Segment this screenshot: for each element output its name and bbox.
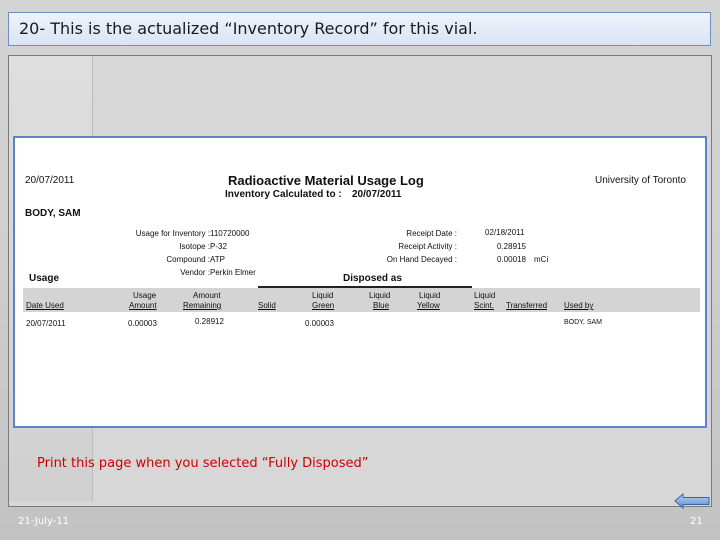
col-header-usage: Usage <box>133 291 157 300</box>
field-label: Receipt Activity : <box>398 242 457 251</box>
report-title: Radioactive Material Usage Log <box>228 173 424 188</box>
col-header-transferred: Transferred <box>506 301 548 310</box>
institution-name: University of Toronto <box>595 175 686 186</box>
col-header-liquid: Liquid <box>369 291 391 300</box>
content-frame: 20/07/2011 Radioactive Material Usage Lo… <box>8 55 712 507</box>
report-screenshot: 20/07/2011 Radioactive Material Usage Lo… <box>13 136 707 428</box>
field-value: 02/18/2011 <box>485 228 525 237</box>
col-header-usage-amount: Amount <box>129 301 157 310</box>
cell-amount-remaining: 0.28912 <box>195 317 224 326</box>
col-header-liquid-blue: Blue <box>373 301 390 310</box>
footer-date: 21-July-11 <box>18 516 70 527</box>
field-unit: mCi <box>534 255 549 264</box>
col-header-liquid: Liquid <box>474 291 496 300</box>
col-header-used-by: Used by <box>564 301 594 310</box>
field-label: On Hand Decayed : <box>386 255 457 264</box>
col-header-liquid-yellow: Yellow <box>417 301 440 310</box>
slide-title: 20- This is the actualized “Inventory Re… <box>8 12 711 46</box>
back-arrow-icon[interactable] <box>674 492 710 510</box>
report-print-date: 20/07/2011 <box>25 175 75 186</box>
col-header-liquid: Liquid <box>419 291 441 300</box>
field-value: 0.28915 <box>497 242 526 251</box>
col-header-amount: Amount <box>193 291 221 300</box>
disposed-heading: Disposed as <box>343 273 402 284</box>
cell-date-used: 20/07/2011 <box>26 319 66 328</box>
print-instruction-note: Print this page when you selected “Fully… <box>37 456 369 471</box>
cell-used-by: BODY, SAM <box>564 319 602 326</box>
field-value: 110720000 <box>210 229 250 238</box>
col-header-date-used: Date Used <box>26 301 64 310</box>
field-value: Perkin Elmer <box>210 268 256 277</box>
col-header-solid: Solid <box>258 301 276 310</box>
field-label: Vendor : <box>180 268 210 277</box>
table-header-bar <box>23 288 700 312</box>
field-value: ATP <box>210 255 225 264</box>
field-label: Usage for Inventory : <box>135 229 210 238</box>
field-label: Compound : <box>166 255 210 264</box>
col-header-liquid: Liquid <box>312 291 334 300</box>
inventory-calculated-date: 20/07/2011 <box>352 189 402 200</box>
field-label: Receipt Date : <box>406 229 457 238</box>
cell-liquid-green: 0.00003 <box>305 319 334 328</box>
slide-number: 21 <box>690 516 703 527</box>
field-label: Isotope : <box>179 242 210 251</box>
field-value: P-32 <box>210 242 227 251</box>
person-name: BODY, SAM <box>25 208 81 219</box>
field-value: 0.00018 <box>497 255 526 264</box>
col-header-amount-remaining: Remaining <box>183 301 222 310</box>
inventory-calculated-label: Inventory Calculated to : <box>225 189 342 200</box>
col-header-liquid-green: Green <box>312 301 335 310</box>
col-header-liquid-scint: Scint. <box>474 301 495 310</box>
cell-usage-amount: 0.00003 <box>128 319 157 328</box>
usage-heading: Usage <box>29 273 60 284</box>
